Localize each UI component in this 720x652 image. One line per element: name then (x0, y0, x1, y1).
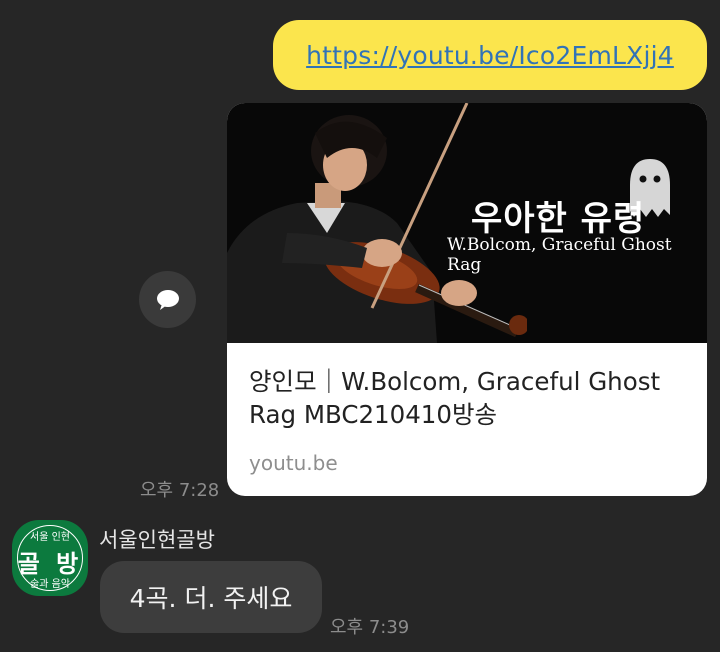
outgoing-link-bubble[interactable]: https://youtu.be/Ico2EmLXjj4 (273, 20, 707, 90)
outgoing-timestamp: 오후 7:28 (140, 480, 220, 501)
avatar-main-text: 골 방 (17, 549, 83, 578)
preview-domain: youtu.be (249, 451, 338, 475)
incoming-timestamp: 오후 7:39 (330, 617, 410, 638)
thumbnail-subtitle: W.Bolcom, Graceful Ghost Rag (447, 235, 672, 275)
avatar-bottom-text: 술과 음악 (30, 579, 70, 590)
share-button[interactable] (139, 271, 196, 328)
thumbnail-title: 우아한 유령 (471, 199, 646, 239)
speech-bubble-icon (156, 289, 179, 310)
avatar[interactable]: 서울 인현 골 방 술과 음악 (12, 520, 88, 596)
sender-name[interactable]: 서울인현골방 (99, 524, 215, 554)
avatar-top-text: 서울 인현 (30, 532, 70, 543)
video-thumbnail[interactable]: 우아한 유령 W.Bolcom, Graceful Ghost Rag (227, 103, 707, 343)
preview-title: 양인모｜W.Bolcom, Graceful Ghost Rag MBC2104… (249, 367, 661, 429)
link-preview-card[interactable]: 우아한 유령 W.Bolcom, Graceful Ghost Rag 양인모｜… (227, 103, 707, 496)
youtube-link[interactable]: https://youtu.be/Ico2EmLXjj4 (306, 41, 674, 70)
incoming-message-bubble[interactable]: 4곡. 더. 주세요 (100, 561, 322, 633)
